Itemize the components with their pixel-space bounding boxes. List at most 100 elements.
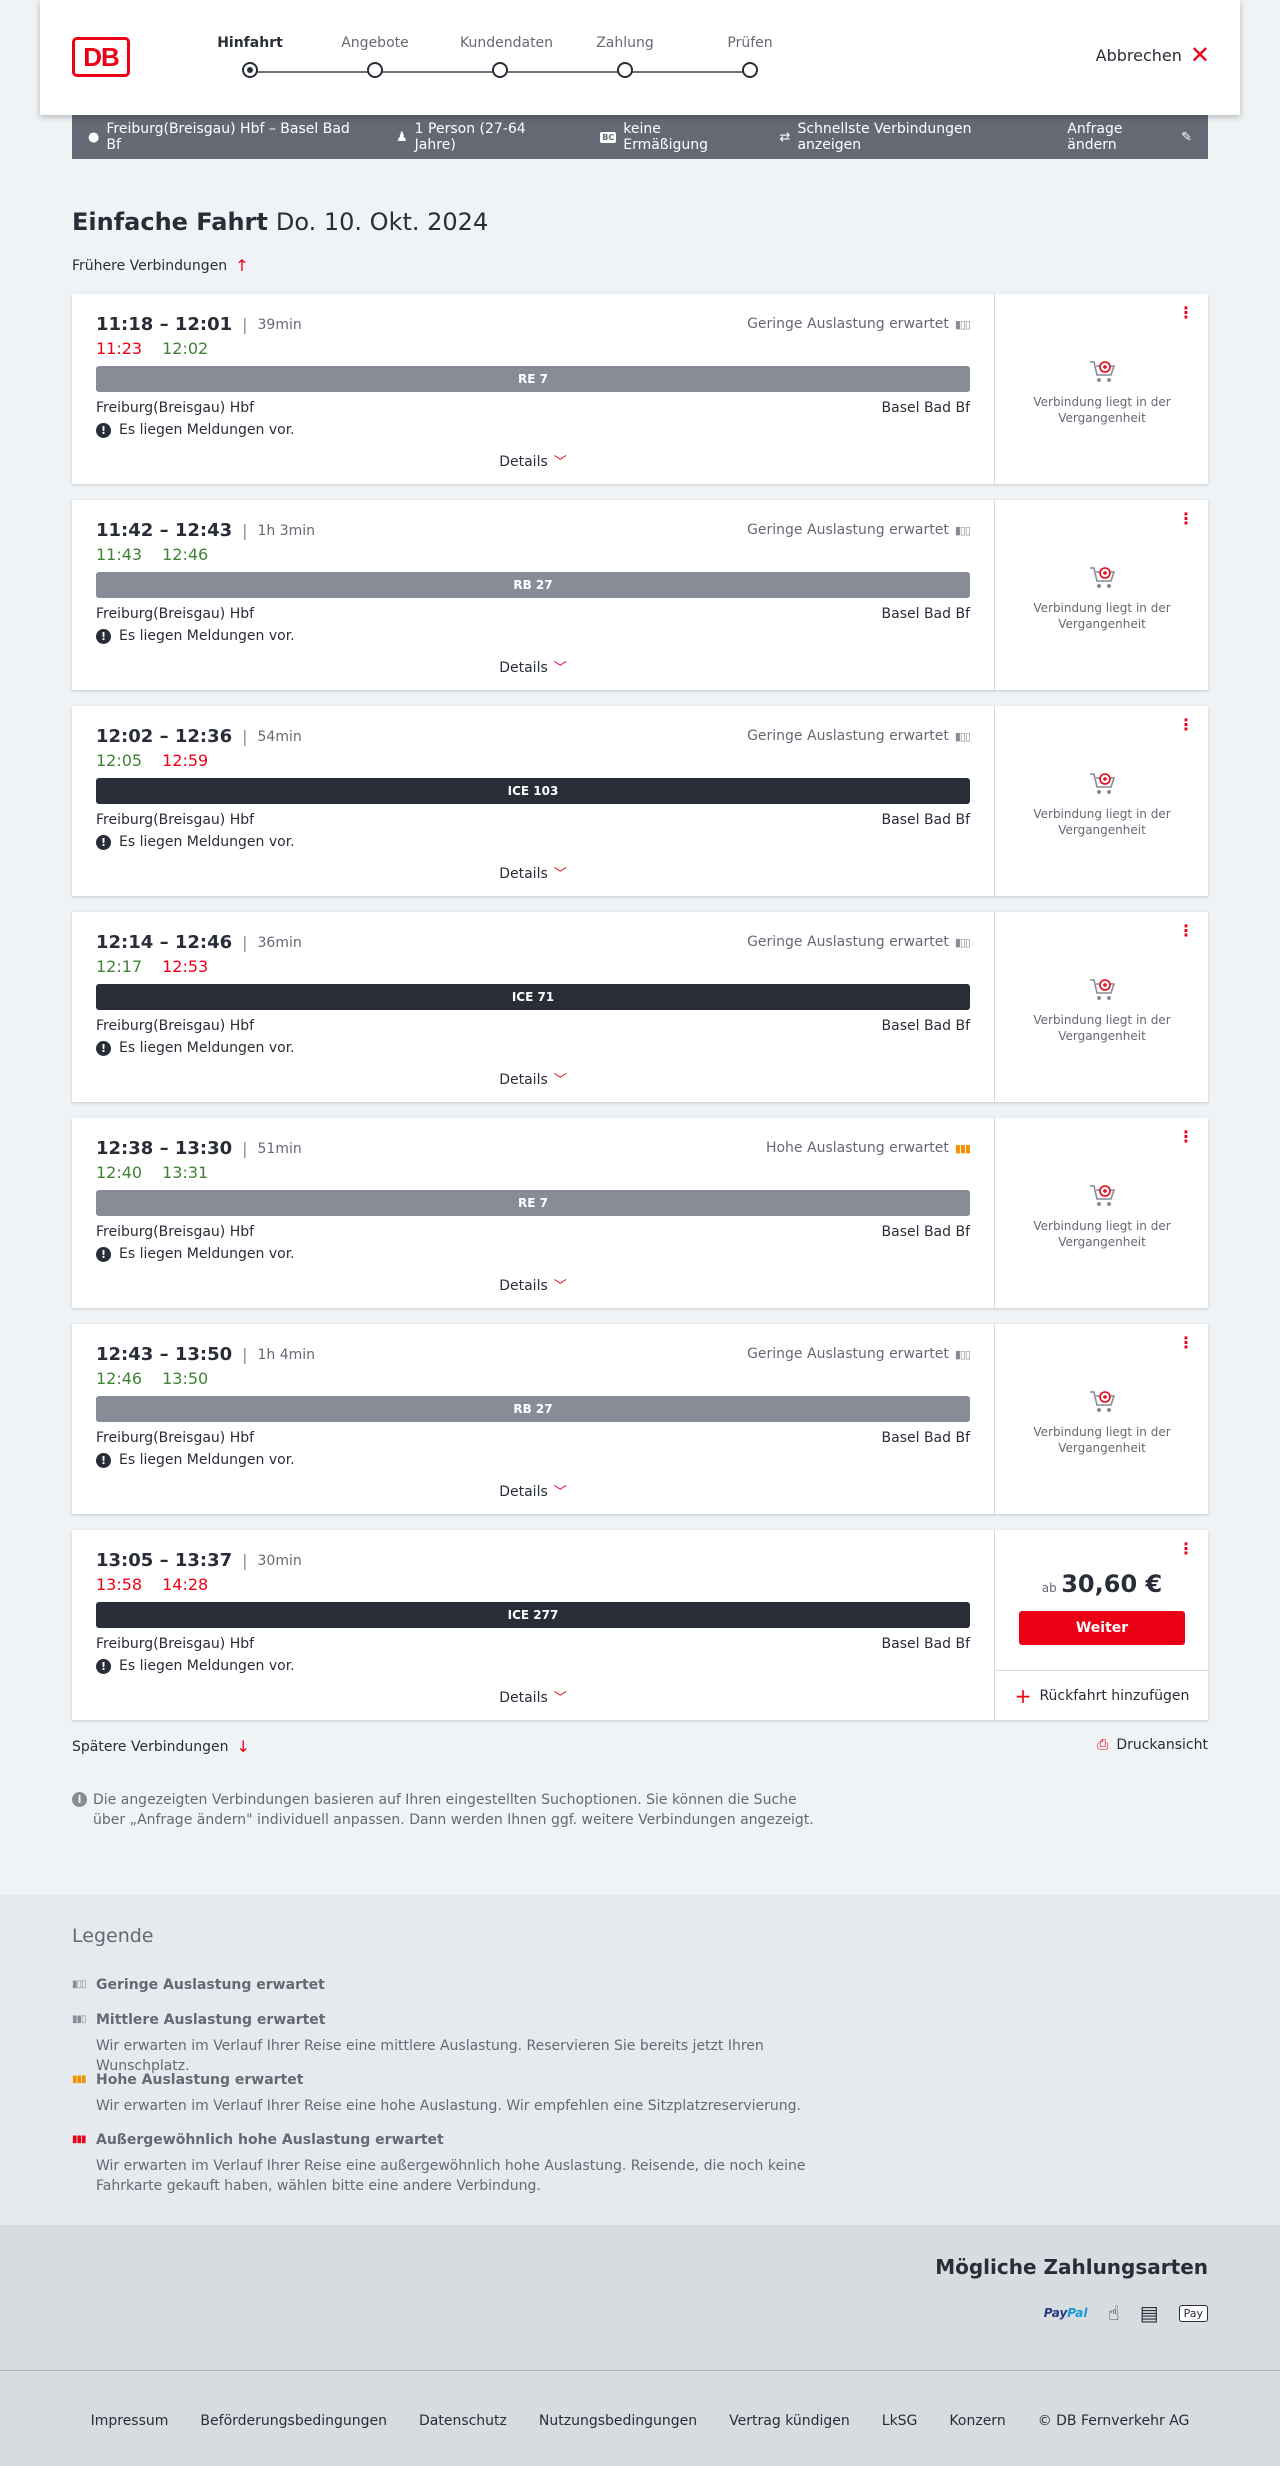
stations: Freiburg(Breisgau) Hbf Basel Bad Bf <box>96 812 970 828</box>
divider: | <box>242 727 248 746</box>
more-options-icon[interactable]: ⋮ <box>1178 1335 1194 1351</box>
stations: Freiburg(Breisgau) Hbf Basel Bad Bf <box>96 400 970 416</box>
footer-link[interactable]: Nutzungsbedingungen <box>539 2413 697 2429</box>
details-toggle[interactable]: Details ﹀ <box>72 1687 994 1706</box>
chevron-down-icon: ﹀ <box>553 867 567 882</box>
occupancy-text: Geringe Auslastung erwartet <box>747 728 949 744</box>
past-text: Verbindung liegt in der Vergangenheit <box>1033 601 1171 631</box>
more-options-icon[interactable]: ⋮ <box>1178 305 1194 321</box>
connection-card[interactable]: 11:42 – 12:43 | 1h 3min 11:43 12:46 Geringe A… <box>72 500 1208 690</box>
realtime-times: 12:46 13:50 <box>96 1369 208 1388</box>
details-toggle[interactable]: Details ﹀ <box>72 451 994 470</box>
step-dot <box>492 62 508 78</box>
db-logo[interactable]: DB <box>72 37 130 77</box>
more-options-icon[interactable]: ⋮ <box>1178 1129 1194 1145</box>
arrival-station: Basel Bad Bf <box>881 1430 970 1446</box>
low-occupancy-icon: ▮▯▯ <box>954 935 971 949</box>
train-bar[interactable]: ICE 103 <box>96 778 970 804</box>
footer-link[interactable]: Vertrag kündigen <box>729 2413 850 2429</box>
realtime-departure: 13:58 <box>96 1575 143 1594</box>
occupancy-text: Geringe Auslastung erwartet <box>747 1346 949 1362</box>
train-bar[interactable]: RB 27 <box>96 572 970 598</box>
legend-item-title: Außergewöhnlich hohe Auslastung erwartet <box>96 2132 444 2148</box>
details-toggle[interactable]: Details ﹀ <box>72 1069 994 1088</box>
departure-station: Freiburg(Breisgau) Hbf <box>96 400 255 416</box>
departure-station: Freiburg(Breisgau) Hbf <box>96 1430 255 1446</box>
occupancy-text: Geringe Auslastung erwartet <box>747 934 949 950</box>
footer-link[interactable]: LkSG <box>882 2413 918 2429</box>
stations: Freiburg(Breisgau) Hbf Basel Bad Bf <box>96 1636 970 1652</box>
connection-side-panel: ⋮ Verbindung liegt in der Vergangenheit <box>994 706 1208 896</box>
more-options-icon[interactable]: ⋮ <box>1178 1541 1194 1557</box>
arrival-station: Basel Bad Bf <box>881 606 970 622</box>
realtime-departure: 12:40 <box>96 1163 143 1182</box>
realtime-times: 11:23 12:02 <box>96 339 208 358</box>
legend-item-mid: ▮▮▯ Mittlere Auslastung erwartet Wir erwar… <box>72 2010 852 2076</box>
earlier-connections-link[interactable]: Frühere Verbindungen ↑ <box>72 256 249 275</box>
footer-link[interactable]: Konzern <box>949 2413 1005 2429</box>
more-options-icon[interactable]: ⋮ <box>1178 923 1194 939</box>
high-occupancy-icon: ▮▮▮ <box>954 1141 971 1155</box>
add-return-trip-button[interactable]: + Rückfahrt hinzufügen <box>995 1670 1209 1720</box>
connection-card[interactable]: 13:05 – 13:37 | 30min 13:58 14:28 ICE 277 Frei… <box>72 1530 1209 1720</box>
progress-steps: Hinfahrt Angebote Kundendaten Zahlung Pr… <box>210 34 773 84</box>
past-text: Verbindung liegt in der Vergangenheit <box>1033 1425 1171 1455</box>
continue-button[interactable]: Weiter <box>1019 1611 1185 1645</box>
discount-summary: BC keine Ermäßigung <box>600 121 747 153</box>
duration: 54min <box>257 728 302 745</box>
past-connection-note: Verbindung liegt in der Vergangenheit <box>995 974 1209 1044</box>
print-view-link[interactable]: ⎙ Druckansicht <box>1097 1737 1208 1753</box>
more-options-icon[interactable]: ⋮ <box>1178 511 1194 527</box>
header: DB Hinfahrt Angebote Kundendaten Zahlung… <box>40 0 1240 115</box>
chevron-down-icon: ﹀ <box>553 1485 567 1500</box>
cancel-button[interactable]: Abbrechen ✕ <box>1095 43 1210 67</box>
connection-card[interactable]: 12:38 – 13:30 | 51min 12:40 13:31 Hohe Auslas… <box>72 1118 1208 1308</box>
more-options-icon[interactable]: ⋮ <box>1178 717 1194 733</box>
train-bar[interactable]: ICE 277 <box>96 1602 970 1628</box>
payment-section: Mögliche Zahlungsarten PayPal ☝ ▤ Pay <box>0 2225 1280 2370</box>
step-zahlung: Zahlung <box>585 34 665 78</box>
details-toggle[interactable]: Details ﹀ <box>72 657 994 676</box>
realtime-times: 13:58 14:28 <box>96 1575 208 1594</box>
realtime-arrival: 12:59 <box>162 751 209 770</box>
trip-type: Einfache Fahrt <box>72 208 268 236</box>
step-angebote: Angebote <box>335 34 415 78</box>
payment-title: Mögliche Zahlungsarten <box>935 2255 1208 2279</box>
footer-link[interactable]: © DB Fernverkehr AG <box>1038 2413 1190 2429</box>
footer-link[interactable]: Beförderungsbedingungen <box>200 2413 387 2429</box>
occupancy: Geringe Auslastung erwartet ▮▯▯ <box>747 728 971 744</box>
change-query-label: Anfrage ändern <box>1067 121 1123 153</box>
details-label: Details <box>499 1278 548 1294</box>
notice-text: Es liegen Meldungen vor. <box>119 1658 295 1674</box>
warning-icon: ! <box>96 422 111 438</box>
notice: ! Es liegen Meldungen vor. <box>96 1658 295 1674</box>
realtime-times: 11:43 12:46 <box>96 545 208 564</box>
details-toggle[interactable]: Details ﹀ <box>72 1481 994 1500</box>
step-hinfahrt: Hinfahrt <box>210 34 290 78</box>
arrival-station: Basel Bad Bf <box>881 812 970 828</box>
connection-card[interactable]: 12:02 – 12:36 | 54min 12:05 12:59 Geringe Aus… <box>72 706 1208 896</box>
details-toggle[interactable]: Details ﹀ <box>72 863 994 882</box>
later-connections-link[interactable]: Spätere Verbindungen ↓ <box>72 1737 250 1756</box>
footer-link[interactable]: Impressum <box>91 2413 169 2429</box>
plus-icon: + <box>1014 1683 1032 1708</box>
planned-times: 12:14 – 12:46 | 36min <box>96 932 302 953</box>
swap-arrows-icon: ⇄ <box>779 129 791 145</box>
details-label: Details <box>499 1072 548 1088</box>
change-query-button[interactable]: Anfrage ändern ✎ <box>1067 121 1192 153</box>
cancel-label: Abbrechen <box>1095 45 1182 65</box>
connection-card[interactable]: 11:18 – 12:01 | 39min 11:23 12:02 Geringe Aus… <box>72 294 1208 484</box>
legend-item-title: Hohe Auslastung erwartet <box>96 2072 304 2088</box>
train-bar[interactable]: RE 7 <box>96 1190 970 1216</box>
details-toggle[interactable]: Details ﹀ <box>72 1275 994 1294</box>
price-prefix: ab <box>1041 1581 1057 1595</box>
stations: Freiburg(Breisgau) Hbf Basel Bad Bf <box>96 1018 970 1034</box>
connection-card[interactable]: 12:43 – 13:50 | 1h 4min 12:46 13:50 Geringe A… <box>72 1324 1208 1514</box>
train-bar[interactable]: ICE 71 <box>96 984 970 1010</box>
train-bar[interactable]: RB 27 <box>96 1396 970 1422</box>
connection-card[interactable]: 12:14 – 12:46 | 36min 12:17 12:53 Geringe Aus… <box>72 912 1208 1102</box>
footer-link[interactable]: Datenschutz <box>419 2413 507 2429</box>
past-text: Verbindung liegt in der Vergangenheit <box>1033 395 1171 425</box>
train-bar[interactable]: RE 7 <box>96 366 970 392</box>
print-label: Druckansicht <box>1116 1737 1208 1753</box>
